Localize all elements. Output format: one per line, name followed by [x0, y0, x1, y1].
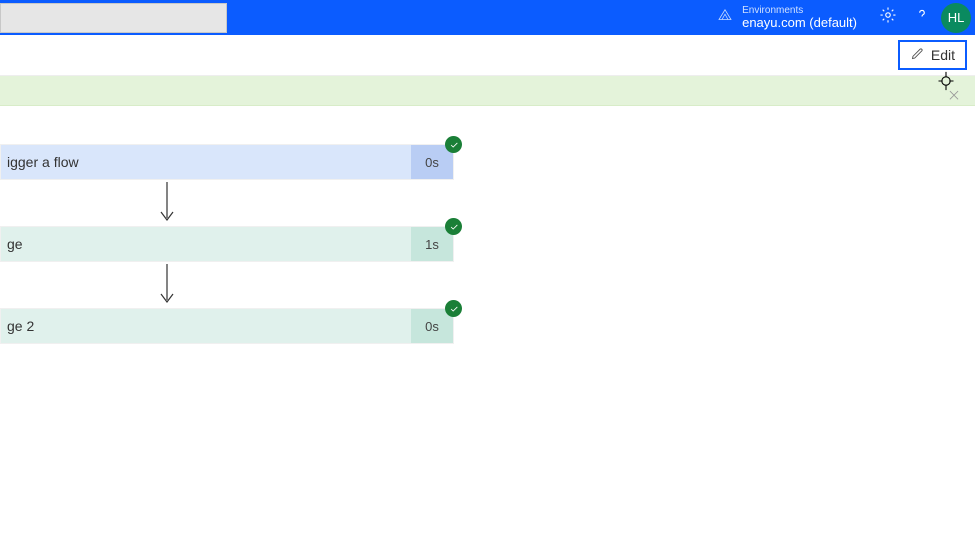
page-toolbar: Edit [0, 35, 975, 76]
flow-step-action[interactable]: ge 2 0s [0, 308, 454, 344]
flow-step-trigger[interactable]: igger a flow 0s [0, 144, 454, 180]
flow-arrow [155, 264, 179, 308]
status-success-icon [445, 218, 462, 235]
status-success-icon [445, 136, 462, 153]
pencil-icon [910, 46, 925, 64]
flow-canvas: igger a flow 0s ge 1s ge 2 0s [0, 106, 975, 549]
search-input[interactable] [0, 3, 227, 33]
step-label: ge [7, 236, 23, 252]
edit-label: Edit [931, 47, 955, 63]
status-success-icon [445, 300, 462, 317]
environment-picker[interactable]: Environments enayu.com (default) [716, 5, 857, 30]
close-icon [947, 88, 961, 107]
flow-arrow [155, 182, 179, 226]
environment-icon [716, 6, 734, 29]
step-label: igger a flow [7, 154, 79, 170]
flow-step-action[interactable]: ge 1s [0, 226, 454, 262]
help-icon [913, 6, 931, 29]
help-button[interactable] [905, 0, 939, 35]
banner-close-button[interactable] [945, 89, 963, 107]
gear-icon [879, 6, 897, 29]
user-avatar[interactable]: HL [941, 3, 971, 33]
settings-button[interactable] [871, 0, 905, 35]
success-banner [0, 76, 975, 106]
avatar-initials: HL [948, 10, 965, 25]
environment-name: enayu.com (default) [742, 16, 857, 30]
edit-button[interactable]: Edit [898, 40, 967, 70]
step-label: ge 2 [7, 318, 34, 334]
app-header: Environments enayu.com (default) HL [0, 0, 975, 35]
